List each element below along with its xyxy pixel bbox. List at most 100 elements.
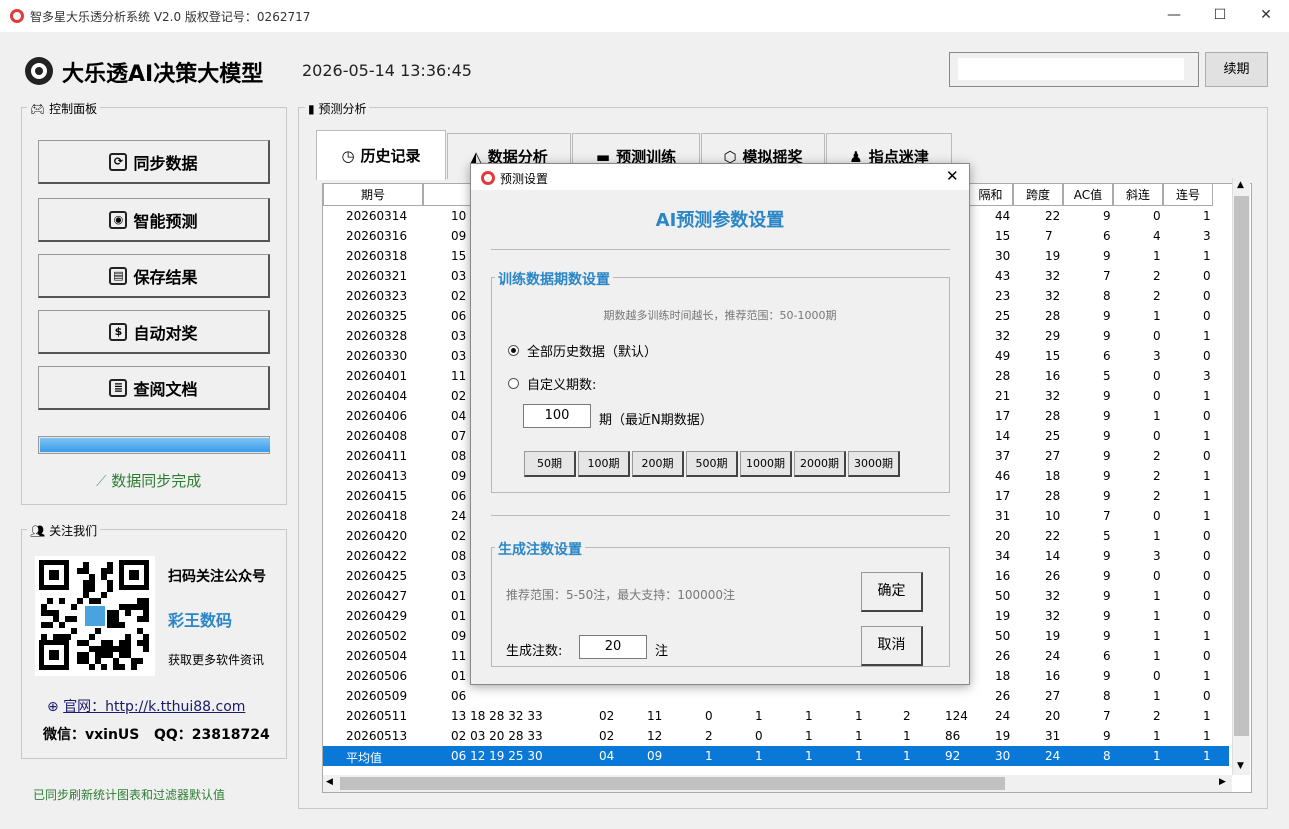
preset-2000-button[interactable]: 2000期 — [794, 451, 846, 477]
sync-data-button[interactable]: ⟳ 同步数据 — [38, 140, 270, 184]
preset-200-button[interactable]: 200期 — [632, 451, 684, 477]
cell-c5: 2 — [903, 709, 911, 723]
cell-slant: 2 — [1153, 269, 1161, 283]
table-row[interactable]: 20260509 06 26 27 8 1 0 — [323, 686, 1229, 706]
bet-count-input[interactable]: 20 — [579, 635, 647, 659]
close-button[interactable]: ✕ — [1243, 0, 1289, 32]
cell-slant: 1 — [1153, 249, 1161, 263]
app-logo-icon — [10, 9, 24, 23]
cell-span: 14 — [1045, 549, 1061, 563]
cell-gap: 26 — [995, 649, 1011, 663]
confirm-button[interactable]: 确定 — [861, 572, 923, 612]
column-header[interactable]: 期号 — [323, 184, 423, 206]
prediction-settings-dialog: 预测设置 ✕ AI预测参数设置 训练数据期数设置 期数越多训练时间越长，推荐范围… — [470, 163, 970, 685]
cell-front: 03 — [451, 349, 467, 363]
custom-period-input[interactable]: 100 — [523, 404, 591, 428]
cell-span: 16 — [1045, 669, 1061, 683]
column-header[interactable]: 连号 — [1163, 184, 1213, 206]
scroll-thumb[interactable] — [1234, 196, 1249, 736]
website-link[interactable]: ⊕ 官网：http://k.tthui88.com — [47, 696, 245, 716]
cell-gap: 37 — [995, 449, 1011, 463]
cell-c5: 1 — [903, 749, 911, 763]
cell-consec: 0 — [1203, 689, 1211, 703]
cell-sum: 124 — [945, 709, 968, 723]
view-docs-button[interactable]: ≣ 查阅文档 — [38, 366, 270, 410]
radio-all-history[interactable] — [508, 345, 519, 356]
cell-b1: 02 — [599, 709, 615, 723]
cell-gap: 18 — [995, 669, 1011, 683]
cell-ac: 9 — [1103, 489, 1111, 503]
average-row[interactable]: 平均值 06 12 19 25 30 04 09 1 1 1 1 1 92 30 24 8 1 1 — [323, 746, 1229, 766]
preset-1000-button[interactable]: 1000期 — [740, 451, 792, 477]
column-header[interactable]: 斜连 — [1113, 184, 1163, 206]
cell-ac: 9 — [1103, 329, 1111, 343]
preset-3000-button[interactable]: 3000期 — [848, 451, 900, 477]
cell-gap: 32 — [995, 329, 1011, 343]
cell-issue: 20260325 — [346, 309, 408, 323]
cell-ac: 9 — [1103, 549, 1111, 563]
cell-span: 19 — [1045, 629, 1061, 643]
cell-issue: 20260418 — [346, 509, 408, 523]
preset-100-button[interactable]: 100期 — [578, 451, 630, 477]
save-icon: ▤ — [109, 266, 128, 285]
cell-issue: 20260509 — [346, 689, 408, 703]
progress-fill — [40, 438, 270, 452]
option-custom-periods[interactable]: 自定义期数: — [508, 374, 596, 393]
hscroll-thumb[interactable] — [340, 777, 1005, 790]
radio-custom-periods[interactable] — [508, 378, 519, 389]
cell-slant: 1 — [1153, 749, 1161, 763]
renew-code-input[interactable] — [958, 58, 1184, 80]
horizontal-scrollbar[interactable]: ◀ ▶ — [323, 775, 1232, 792]
scroll-down-icon[interactable]: ▼ — [1237, 761, 1244, 771]
vertical-scrollbar[interactable]: ▲ ▼ — [1232, 178, 1250, 775]
smart-predict-button[interactable]: ◉ 智能预测 — [38, 198, 270, 242]
maximize-button[interactable]: ☐ — [1197, 0, 1243, 32]
cancel-button[interactable]: 取消 — [861, 626, 923, 666]
cell-c3: 1 — [805, 709, 813, 723]
cell-ac: 6 — [1103, 229, 1111, 243]
table-row[interactable]: 20260511 13 18 28 32 33 02 11 0 1 1 1 2 124 24 20 7 2… — [323, 706, 1229, 726]
cell-span: 10 — [1045, 509, 1061, 523]
scroll-up-icon[interactable]: ▲ — [1237, 180, 1244, 190]
cell-gap: 15 — [995, 229, 1011, 243]
tab-history[interactable]: ◷ 历史记录 — [316, 130, 446, 180]
more-info-text: 获取更多软件资讯 — [168, 653, 265, 667]
scroll-left-icon[interactable]: ◀ — [326, 777, 333, 787]
bar-chart-icon: ▮ — [308, 102, 315, 116]
cell-front: 08 — [451, 549, 467, 563]
cell-consec: 0 — [1203, 589, 1211, 603]
scroll-right-icon[interactable]: ▶ — [1219, 777, 1226, 787]
cell-issue: 20260415 — [346, 489, 408, 503]
dialog-close-button[interactable]: ✕ — [946, 167, 959, 185]
cell-consec: 0 — [1203, 269, 1211, 283]
cell-ac: 9 — [1103, 429, 1111, 443]
cell-c4: 1 — [855, 709, 863, 723]
minimize-button[interactable]: — — [1151, 0, 1197, 32]
save-results-button[interactable]: ▤ 保存结果 — [38, 254, 270, 298]
cell-b2: 11 — [647, 709, 663, 723]
column-header[interactable]: 跨度 — [1013, 184, 1063, 206]
cell-issue: 20260321 — [346, 269, 408, 283]
table-row[interactable]: 20260513 02 03 20 28 33 02 12 2 0 1 1 1 86 19 31 9 1 1 — [323, 726, 1229, 746]
cell-issue: 20260316 — [346, 229, 408, 243]
preset-500-button[interactable]: 500期 — [686, 451, 738, 477]
cell-issue: 20260406 — [346, 409, 408, 423]
cell-consec: 0 — [1203, 649, 1211, 663]
cell-issue: 20260511 — [346, 709, 408, 723]
bet-count-label: 生成注数: — [506, 644, 563, 659]
cell-front: 11 — [451, 369, 467, 383]
cell-ac: 6 — [1103, 649, 1111, 663]
cell-ac: 9 — [1103, 309, 1111, 323]
cell-span: 29 — [1045, 329, 1061, 343]
cell-gap: 21 — [995, 389, 1011, 403]
cell-ac: 9 — [1103, 469, 1111, 483]
preset-50-button[interactable]: 50期 — [524, 451, 576, 477]
auto-check-prize-button[interactable]: $ 自动对奖 — [38, 310, 270, 354]
renew-button[interactable]: 续期 — [1205, 52, 1268, 87]
option-all-history[interactable]: 全部历史数据（默认） — [508, 341, 657, 360]
column-header[interactable]: 隔和 — [968, 184, 1013, 206]
cell-gap: 43 — [995, 269, 1011, 283]
cell-span: 18 — [1045, 469, 1061, 483]
column-header[interactable]: AC值 — [1063, 184, 1113, 206]
cell-slant: 1 — [1153, 629, 1161, 643]
